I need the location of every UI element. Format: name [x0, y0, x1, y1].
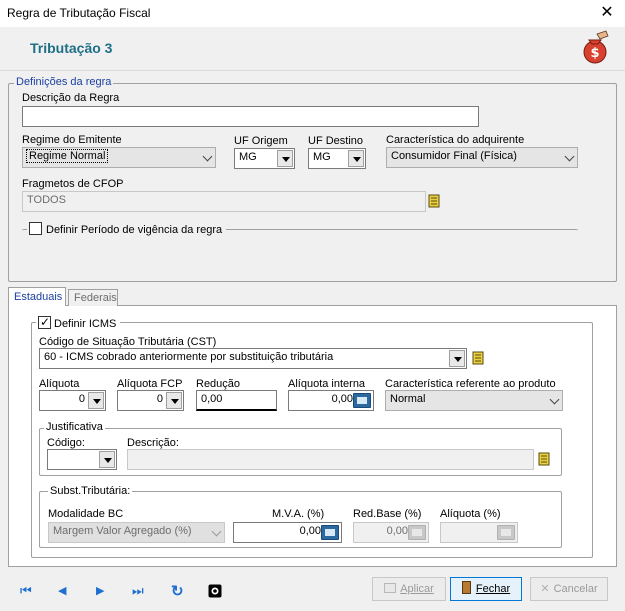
- cancelar-button[interactable]: ✕ Cancelar: [530, 577, 608, 601]
- cst-value: 60 - ICMS cobrado anteriormente por subs…: [44, 351, 334, 363]
- aliquota-label: Alíquota: [39, 378, 80, 390]
- uf-destino-label: UF Destino: [308, 135, 364, 147]
- chevron-down-icon: [211, 526, 222, 537]
- redbase-value: 0,00: [386, 525, 408, 537]
- dropdown-arrow-icon[interactable]: [348, 150, 364, 167]
- aplicar-label: Aplicar: [400, 583, 434, 595]
- tab-estaduais[interactable]: Estaduais: [8, 287, 66, 306]
- cst-label: Código de Situação Tributária (CST): [39, 336, 217, 348]
- carac-produto-label: Característica referente ao produto: [385, 378, 556, 390]
- uf-origem-label: UF Origem: [234, 135, 288, 147]
- periodo-checkbox[interactable]: [29, 222, 42, 235]
- aliquota-fcp-label: Alíquota FCP: [117, 378, 183, 390]
- mva-label: M.V.A. (%): [272, 508, 325, 520]
- regime-value: Regime Normal: [25, 149, 109, 163]
- justificativa-legend: Justificativa: [44, 421, 105, 433]
- descricao-input[interactable]: [22, 106, 479, 127]
- door-icon: [461, 581, 471, 594]
- redbase-input: 0,00: [353, 522, 429, 543]
- dropdown-arrow-icon[interactable]: [449, 350, 465, 367]
- justificativa-descricao-field: [127, 449, 534, 470]
- carac-produto-select[interactable]: Normal: [385, 390, 563, 411]
- descricao-label: Descrição da Regra: [22, 92, 120, 104]
- aliquota-fcp-value: 0: [156, 393, 163, 405]
- definicoes-legend: Definições da regra: [14, 76, 114, 88]
- chevron-down-icon: [202, 151, 213, 162]
- aliquota-interna-input[interactable]: 0,00: [288, 390, 374, 411]
- last-record-icon[interactable]: ⏭: [132, 583, 144, 599]
- mva-value: 0,00: [299, 525, 321, 537]
- chevron-down-icon: [549, 394, 560, 405]
- cfop-label: Fragmetos de CFOP: [22, 178, 124, 190]
- modalidade-select: Margem Valor Agregado (%): [48, 522, 225, 543]
- periodo-checkbox-row[interactable]: Definir Período de vigência da regra: [27, 222, 227, 236]
- caracteristica-label: Característica do adquirente: [386, 134, 525, 146]
- cfop-field: TODOS: [22, 191, 426, 212]
- check-icon: ✓: [40, 315, 51, 329]
- periodo-label: Definir Período de vigência da regra: [46, 224, 223, 236]
- mva-input[interactable]: 0,00: [233, 522, 342, 543]
- aliquota-fcp-select[interactable]: 0: [117, 390, 184, 411]
- aliquota-interna-value: 0,00: [331, 393, 353, 405]
- dropdown-arrow-icon[interactable]: [88, 392, 104, 409]
- dropdown-arrow-icon[interactable]: [99, 451, 115, 468]
- aplicar-button[interactable]: Aplicar: [372, 577, 446, 601]
- redbase-label: Red.Base (%): [353, 508, 422, 520]
- justificativa-descricao-label: Descrição:: [127, 437, 179, 449]
- money-bag-icon: $: [583, 30, 609, 64]
- lookup-icon[interactable]: [472, 350, 486, 366]
- dropdown-arrow-icon[interactable]: [277, 150, 293, 167]
- first-record-icon[interactable]: ⏮: [20, 583, 32, 599]
- refresh-icon[interactable]: ↻: [171, 582, 184, 600]
- uf-origem-select[interactable]: MG: [234, 148, 295, 169]
- svg-text:$: $: [590, 46, 599, 61]
- window-title: Regra de Tributação Fiscal: [7, 6, 151, 20]
- camera-icon[interactable]: [208, 584, 222, 598]
- regime-label: Regime do Emitente: [22, 134, 122, 146]
- dropdown-arrow-icon[interactable]: [166, 392, 182, 409]
- aliquota-value: 0: [78, 393, 85, 405]
- subst-legend: Subst.Tributária:: [48, 485, 133, 497]
- fechar-label: Fechar: [475, 583, 511, 595]
- modalidade-value: Margem Valor Agregado (%): [53, 525, 192, 537]
- calculator-icon[interactable]: [353, 393, 371, 408]
- subst-aliquota-input: [440, 522, 518, 543]
- caracteristica-select[interactable]: Consumidor Final (Física): [386, 147, 578, 168]
- definir-icms-row[interactable]: ✓ Definir ICMS: [36, 315, 121, 330]
- aliquota-select[interactable]: 0: [39, 390, 106, 411]
- cancelar-label: Cancelar: [553, 583, 598, 595]
- chevron-down-icon: [564, 151, 575, 162]
- reducao-label: Redução: [196, 378, 241, 390]
- next-record-icon[interactable]: ▶: [96, 584, 104, 597]
- cst-select[interactable]: 60 - ICMS cobrado anteriormente por subs…: [39, 348, 467, 369]
- page-title: Tributação 3: [30, 40, 113, 56]
- tab-federais[interactable]: Federais: [68, 289, 118, 306]
- codigo-select[interactable]: [47, 449, 117, 470]
- modalidade-label: Modalidade BC: [48, 508, 124, 520]
- definir-icms-label: Definir ICMS: [54, 318, 117, 330]
- close-button[interactable]: ✕: [596, 3, 618, 23]
- previous-record-icon[interactable]: ◀: [58, 584, 66, 597]
- calculator-icon: [408, 525, 426, 540]
- aliquota-interna-label: Alíquota interna: [288, 378, 366, 390]
- cancel-icon: ✕: [540, 583, 550, 595]
- carac-produto-value: Normal: [390, 393, 426, 405]
- lookup-icon[interactable]: [428, 193, 442, 209]
- calculator-icon[interactable]: [321, 525, 339, 540]
- fechar-button[interactable]: Fechar: [450, 577, 522, 601]
- codigo-label: Código:: [47, 437, 85, 449]
- apply-icon: [384, 583, 397, 593]
- uf-destino-select[interactable]: MG: [308, 148, 366, 169]
- caracteristica-value: Consumidor Final (Física): [391, 150, 517, 162]
- definir-icms-checkbox[interactable]: ✓: [38, 315, 51, 329]
- uf-destino-value: MG: [313, 151, 331, 163]
- subst-aliquota-label: Alíquota (%): [440, 508, 501, 520]
- lookup-icon[interactable]: [538, 451, 552, 467]
- calculator-icon: [497, 525, 515, 540]
- uf-origem-value: MG: [239, 151, 257, 163]
- reducao-input[interactable]: 0,00: [196, 390, 277, 411]
- regime-select[interactable]: Regime Normal: [22, 147, 216, 168]
